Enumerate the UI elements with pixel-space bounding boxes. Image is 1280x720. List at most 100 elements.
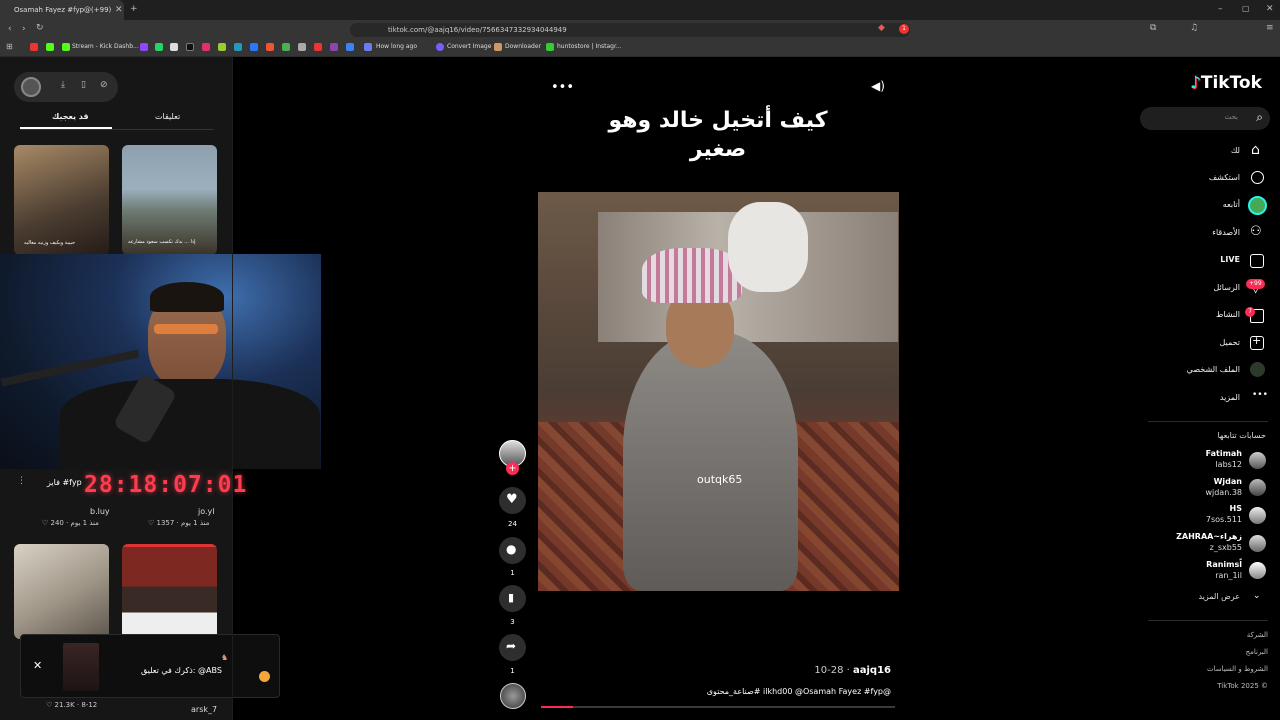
- share-button[interactable]: ➦: [499, 634, 526, 661]
- url-field[interactable]: tiktok.com/@aajq16/video/756634733293404…: [350, 23, 910, 37]
- card-username[interactable]: arsk_7: [191, 705, 217, 714]
- phone-icon[interactable]: ▯: [81, 81, 86, 90]
- bookmark-favicon[interactable]: [298, 43, 306, 51]
- video-player[interactable]: outqk65: [538, 192, 899, 591]
- account-avatar[interactable]: [1249, 452, 1266, 469]
- account-avatar[interactable]: [1249, 479, 1266, 496]
- profile-avatar[interactable]: [1250, 362, 1265, 377]
- menu-icon[interactable]: ≡: [1266, 24, 1274, 33]
- account-name[interactable]: Ranimsاً: [1206, 560, 1242, 569]
- see-more-link[interactable]: عرض المزيد: [1198, 592, 1240, 601]
- nav-friends[interactable]: الأصدقاء: [1212, 228, 1240, 237]
- nav-following[interactable]: أتابعه: [1223, 200, 1240, 209]
- video-thumbnail[interactable]: [14, 544, 109, 639]
- live-icon[interactable]: [1250, 254, 1264, 268]
- account-handle[interactable]: 7sos.511: [1206, 515, 1242, 524]
- bookmark-favicon[interactable]: [330, 43, 338, 51]
- video-thumbnail[interactable]: [122, 544, 217, 639]
- video-thumbnail[interactable]: إذا ... بدك تكسب سعود مشارعه: [122, 145, 217, 255]
- whatsapp-icon[interactable]: [155, 43, 163, 51]
- nav-profile[interactable]: الملف الشخصي: [1187, 365, 1240, 374]
- minimize-icon[interactable]: –: [1218, 5, 1223, 14]
- apps-icon[interactable]: ⊞: [6, 43, 13, 51]
- volume-icon[interactable]: ◀): [871, 79, 885, 93]
- account-avatar[interactable]: [1249, 562, 1266, 579]
- account-avatar[interactable]: [1249, 507, 1266, 524]
- nav-live[interactable]: LIVE: [1220, 255, 1240, 264]
- x-icon[interactable]: [170, 43, 178, 51]
- follow-plus-icon[interactable]: +: [506, 462, 519, 475]
- tiktok-icon[interactable]: [186, 43, 194, 51]
- bookmark-favicon[interactable]: [30, 43, 38, 51]
- account-avatar[interactable]: [1249, 535, 1266, 552]
- account-name[interactable]: Wjdan: [1214, 477, 1242, 486]
- account-handle[interactable]: wjdan.38: [1205, 488, 1242, 497]
- footer-terms[interactable]: الشروط و السياسات: [1207, 665, 1268, 673]
- back-icon[interactable]: ‹: [8, 25, 12, 34]
- close-icon[interactable]: ✕: [33, 659, 42, 672]
- music-disc-icon[interactable]: [500, 683, 526, 709]
- close-tab-icon[interactable]: ✕: [115, 6, 123, 15]
- account-handle[interactable]: z_sxb55: [1210, 543, 1242, 552]
- bookmark-favicon[interactable]: [266, 43, 274, 51]
- bookmark-favicon[interactable]: [282, 43, 290, 51]
- bookmark-favicon[interactable]: [314, 43, 322, 51]
- bookmark-favicon[interactable]: [234, 43, 242, 51]
- notification-toast[interactable]: ✕ ذكرك في تعليق: @ABS ♞: [20, 634, 280, 698]
- nav-activity[interactable]: النشاط: [1216, 310, 1240, 319]
- more-options-icon[interactable]: •••: [551, 80, 574, 95]
- progress-track[interactable]: [541, 706, 895, 708]
- account-name[interactable]: HS: [1230, 504, 1242, 513]
- nav-messages[interactable]: الرسائل: [1214, 283, 1241, 292]
- comment-button[interactable]: ●: [499, 537, 526, 564]
- tiktok-logo[interactable]: ♪TikTok: [1190, 73, 1262, 93]
- instagram-icon[interactable]: [202, 43, 210, 51]
- bookmark-huntostore[interactable]: huntostore | Instagr...: [557, 43, 622, 50]
- extensions-icon[interactable]: ⧉: [1150, 24, 1156, 33]
- save-button[interactable]: ▮: [499, 585, 526, 612]
- video-author[interactable]: aajq16: [853, 665, 891, 676]
- nav-more[interactable]: المزيد: [1220, 393, 1240, 402]
- bookmark-favicon[interactable]: [46, 43, 54, 51]
- card-username[interactable]: jo.yl: [198, 507, 214, 516]
- account-name[interactable]: ZAHRAA~زهراء: [1176, 532, 1242, 541]
- more-icon[interactable]: ⋮: [17, 476, 26, 486]
- browser-tab[interactable]: Osamah Fayez #fyp@(+99): [0, 0, 124, 20]
- bookmark-favicon[interactable]: [218, 43, 226, 51]
- bookmark-downloader[interactable]: Downloader: [505, 43, 541, 50]
- account-name[interactable]: Fatimah: [1206, 449, 1242, 458]
- share-icon[interactable]: ⊘: [100, 81, 108, 90]
- video-thumbnail[interactable]: حبيبة ويكيف وزنيه معاليه: [14, 145, 109, 255]
- media-icon[interactable]: ♫: [1190, 24, 1198, 33]
- bookmark-kick[interactable]: Stream - Kick Dashb...: [72, 43, 139, 50]
- upload-icon[interactable]: +: [1250, 334, 1264, 350]
- tab-for-you[interactable]: قد يعجبك: [52, 112, 89, 121]
- search-icon[interactable]: ⌕: [1256, 110, 1263, 125]
- brave-shield-icon[interactable]: ◆: [878, 24, 885, 33]
- nav-explore[interactable]: استكشف: [1209, 173, 1240, 182]
- twitch-icon[interactable]: [140, 43, 148, 51]
- footer-program[interactable]: البرنامج: [1246, 648, 1268, 656]
- like-button[interactable]: ♥: [499, 487, 526, 514]
- download-icon[interactable]: ⤓: [61, 81, 65, 90]
- bookmark-favicon[interactable]: [346, 43, 354, 51]
- bookmark-favicon[interactable]: [250, 43, 258, 51]
- footer-company[interactable]: الشركة: [1247, 631, 1268, 639]
- forward-icon[interactable]: ›: [22, 25, 26, 34]
- new-tab-icon[interactable]: +: [130, 5, 138, 14]
- home-icon[interactable]: ⌂: [1251, 142, 1260, 158]
- reload-icon[interactable]: ↻: [36, 24, 44, 33]
- bookmark-how-long-ago[interactable]: How long ago: [376, 43, 417, 50]
- search-input[interactable]: بحث ⌕: [1140, 107, 1270, 130]
- maximize-icon[interactable]: ▢: [1242, 5, 1250, 13]
- bookmark-convert-image[interactable]: Convert Image: [447, 43, 491, 50]
- chevron-down-icon[interactable]: ⌄: [1253, 591, 1261, 601]
- card-username[interactable]: b.luy: [90, 507, 110, 516]
- following-avatar[interactable]: [1248, 196, 1267, 215]
- nav-for-you[interactable]: لك: [1231, 146, 1240, 155]
- more-icon[interactable]: •••: [1252, 390, 1268, 400]
- friends-icon[interactable]: ⚇: [1250, 224, 1262, 239]
- account-handle[interactable]: labs12: [1215, 460, 1242, 469]
- window-close-icon[interactable]: ✕: [1266, 5, 1274, 14]
- author-avatar[interactable]: [21, 77, 41, 97]
